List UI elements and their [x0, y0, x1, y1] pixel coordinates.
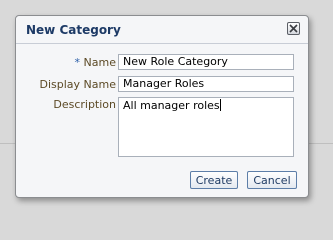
name-label: * Name [75, 56, 116, 69]
display-name-label: Display Name [39, 78, 117, 91]
new-category-dialog: New Category * Name New Role Category Di… [15, 15, 309, 198]
description-text: All manager roles [123, 99, 220, 112]
close-x-icon [289, 24, 298, 33]
description-field[interactable]: All manager roles [118, 97, 294, 157]
description-label: Description [53, 98, 116, 111]
cancel-button[interactable]: Cancel [247, 171, 297, 189]
dialog-titlebar: New Category [16, 16, 308, 44]
text-caret [219, 99, 221, 111]
name-field[interactable]: New Role Category [118, 54, 294, 70]
name-label-text: Name [83, 56, 116, 69]
create-button[interactable]: Create [190, 171, 238, 189]
close-button[interactable] [287, 22, 300, 35]
dialog-title: New Category [26, 23, 121, 37]
display-name-field[interactable]: Manager Roles [118, 76, 294, 92]
required-marker: * [74, 56, 81, 69]
